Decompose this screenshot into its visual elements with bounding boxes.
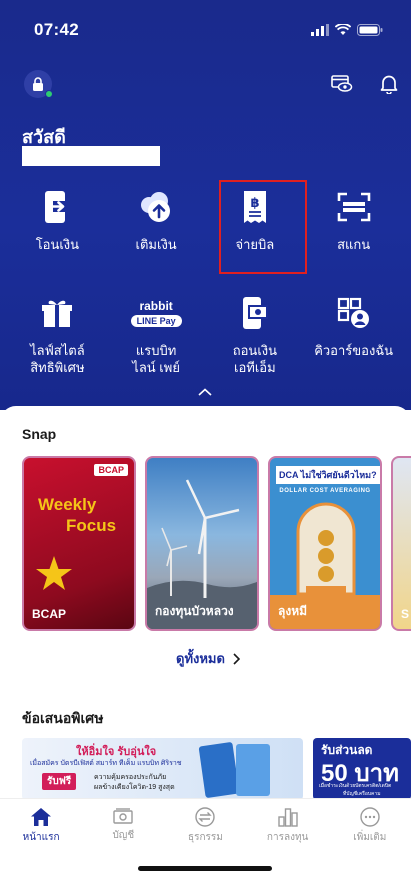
svg-text:฿: ฿ [250,196,259,211]
action-label: ถอนเงิน เอทีเอ็ม [232,343,277,375]
battery-icon [357,24,383,36]
action-rabbit-line-pay[interactable]: rabbit LINE Pay แรบบิท ไลน์ เพย์ [107,284,206,384]
eye-card-icon [331,75,353,92]
offer-badge: รับฟรี [42,773,77,790]
lock-icon [33,77,43,91]
action-lifestyle-privileges[interactable]: ไลฟ์สไตล์ สิทธิพิเศษ [8,284,107,384]
chevron-right-icon [233,652,240,665]
see-all-label: ดูทั้งหมด [176,651,225,666]
redacted-user-name [22,146,160,166]
linepay-badge: LINE Pay [130,314,182,327]
tab-label: ธุรกรรม [188,832,223,843]
snap-card-arc-text: DOLLAR COST AVERAGING [279,488,371,494]
offers-section-title: ข้อเสนอพิเศษ [22,710,104,726]
offer-card-visual [236,744,270,796]
home-content: Snap BCAP Weekly Focus BCAP กองทุนบัวหลว… [0,406,411,800]
action-transfer[interactable]: โอนเงิน [8,178,107,278]
offer-detail: ที่บัญชีเครือบคาม [343,791,381,797]
offer-card[interactable]: รับส่วนลด 50 บาท เมื่อชำระเงินด้วยบัตรเค… [313,738,411,800]
snap-card-headline: Weekly Focus [38,494,116,536]
status-time: 07:42 [34,20,79,39]
action-pay-bill[interactable]: ฿ จ่ายบิล [206,178,307,278]
my-qr-icon [337,297,369,328]
notifications-button[interactable] [375,70,403,98]
action-atm-withdraw[interactable]: ถอนเงิน เอทีเอ็ม [206,284,305,384]
offer-detail: ผลข้างเคียงโควิด-19 สูงสุด [94,784,175,791]
transactions-icon [195,807,216,827]
snap-card[interactable]: BCAP Weekly Focus BCAP [22,456,136,631]
tab-label: การลงทุน [266,832,309,843]
rabbit-linepay-icon: rabbit LINE Pay [130,298,182,327]
offers-carousel[interactable]: ให้อิ่มใจ รับอุ่นใจ เมื่อสมัคร บัตรบีเฟิ… [22,738,411,800]
privacy-lock-button[interactable] [24,70,53,98]
rabbit-wordmark: rabbit [139,298,173,313]
bell-icon [380,75,398,94]
offer-card[interactable]: ให้อิ่มใจ รับอุ่นใจ เมื่อสมัคร บัตรบีเฟิ… [22,738,303,800]
snap-headline-line: Weekly [38,495,97,514]
snap-headline-line: Focus [66,516,117,535]
snap-card[interactable]: S [391,456,411,631]
snap-card-banner: DCA ไม่ใช่วิศยันดีวไหม? [276,466,380,484]
action-label: เติมเงิน [135,237,177,252]
gift-icon [42,300,73,327]
online-dot [45,90,53,98]
system-indicators [311,24,383,36]
snap-card-caption: BCAP [32,607,67,621]
snap-card-caption: S [401,607,410,621]
home-icon [31,808,52,826]
piggy-coins-icon [296,502,356,596]
snap-card-brand: BCAP [94,464,128,476]
offer-detail: เมื่อชำระเงินด้วยบัตรเครดิต/เดบิต [319,783,392,789]
snap-section-title: Snap [22,426,57,442]
snap-card[interactable]: กองทุนบัวหลวง [145,456,259,631]
tab-label: บัญชี [112,830,135,841]
tab-label: เพิ่มเติม [353,832,387,843]
transfer-phone-icon [45,191,70,223]
action-label: ไลฟ์สไตล์ สิทธิพิเศษ [30,343,85,375]
collapse-caret-icon[interactable] [198,388,212,396]
more-dots-icon [360,807,380,827]
tab-investments[interactable]: การลงทุน [253,799,323,850]
topup-cloud-icon [141,192,171,222]
action-label: คิวอาร์ของฉัน [314,343,394,358]
signal-icon [311,24,329,36]
action-label: แรบบิท ไลน์ เพย์ [132,343,180,375]
snap-card-caption: ลุงหมี [278,604,308,618]
invest-chart-icon [277,808,298,827]
quick-actions-grid: โอนเงิน เติมเงิน ฿ จ่ายบิล สแกน ไลฟ์สไตล… [8,178,403,384]
action-my-qr[interactable]: คิวอาร์ของฉัน [304,284,403,384]
action-label: สแกน [337,237,371,252]
wifi-icon [335,24,351,35]
tab-accounts[interactable]: บัญชี [88,799,158,850]
tab-home[interactable]: หน้าแรก [6,799,76,850]
tab-more[interactable]: เพิ่มเติม [335,799,405,850]
tab-label: หน้าแรก [22,832,60,843]
home-indicator [138,866,272,871]
offer-card-visual [198,741,240,799]
cash-icon [113,808,133,824]
see-all-link[interactable]: ดูทั้งหมด [176,648,240,669]
snap-card[interactable]: DCA ไม่ใช่วิศยันดีวไหม? DOLLAR COST AVER… [268,456,382,631]
action-topup[interactable]: เติมเงิน [107,178,206,278]
hide-balance-button[interactable] [328,70,356,98]
tab-transactions[interactable]: ธุรกรรม [170,799,240,850]
scan-icon [337,192,370,222]
action-scan[interactable]: สแกน [304,178,403,278]
snap-card-caption: กองทุนบัวหลวง [155,604,234,618]
home-header: 07:42 สวัสดี โอนเงิน เติมเงิน ฿ จ่ายบิล [0,0,411,410]
offer-subline: เมื่อสมัคร บัตรบีเฟิสต์ สมาร์ท ทีเค็ม แร… [30,760,182,767]
bill-baht-icon: ฿ [243,191,266,223]
action-label: จ่ายบิล [235,237,275,252]
action-label: โอนเงิน [35,237,80,252]
flag-star-icon [36,556,72,590]
snap-carousel[interactable]: BCAP Weekly Focus BCAP กองทุนบัวหลวง DCA… [22,456,411,631]
bottom-tab-bar: หน้าแรก บัญชี ธุรกรรม การลงทุน เพิ่มเติม [0,798,411,850]
atm-withdraw-icon [242,297,268,329]
status-bar: 07:42 [34,18,383,42]
